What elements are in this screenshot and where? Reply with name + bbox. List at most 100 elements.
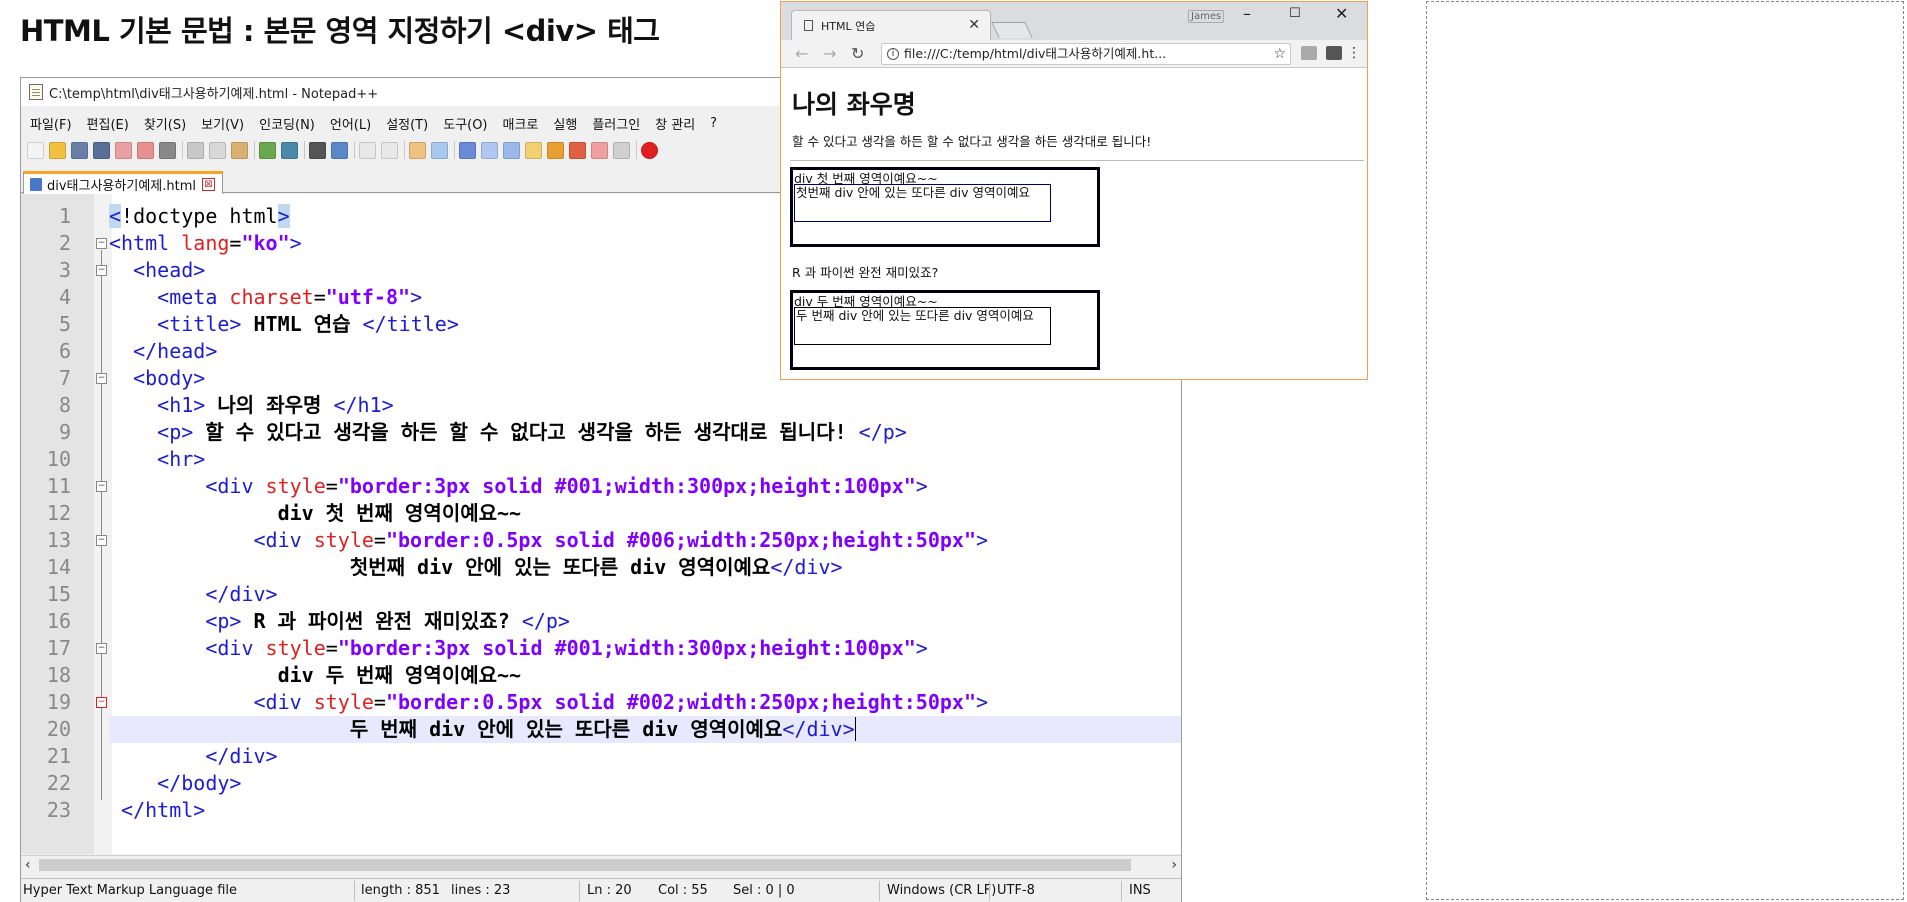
fold-minus-icon[interactable]: − — [96, 238, 107, 249]
browser-tabstrip: HTML 연습 ✕ James – ☐ ✕ — [781, 2, 1367, 40]
new-file-icon[interactable] — [27, 141, 44, 159]
close-file-icon[interactable] — [115, 141, 132, 159]
code-token: "border:0.5px solid #002;width:250px;hei… — [385, 690, 976, 714]
menu-language[interactable]: 언어(L) — [330, 114, 371, 133]
address-bar[interactable]: i file:///C:/temp/html/div태그사용하기예제.ht...… — [881, 43, 1291, 65]
back-icon[interactable]: ← — [795, 44, 808, 63]
menu-macro[interactable]: 매크로 — [503, 114, 539, 133]
monitoring-icon[interactable] — [613, 141, 630, 159]
tab-close-icon[interactable]: ✕ — [968, 17, 980, 33]
scroll-right-icon[interactable]: › — [1171, 857, 1177, 873]
code-line-22: </body> — [109, 770, 1181, 797]
reload-icon[interactable]: ↻ — [851, 44, 864, 63]
line-number: 19 — [46, 690, 71, 714]
indent-guide-icon[interactable] — [503, 141, 520, 159]
code-line-12: div 첫 번째 영역이예요~~ — [109, 500, 1181, 527]
menu-help[interactable]: ? — [710, 116, 717, 131]
menu-view[interactable]: 보기(V) — [201, 114, 244, 133]
toolbar-separator — [354, 141, 355, 159]
bookmark-star-icon[interactable]: ☆ — [1273, 44, 1286, 64]
new-tab-button[interactable] — [991, 22, 1033, 38]
line-number: 2 — [58, 231, 71, 255]
save-icon[interactable] — [71, 141, 88, 159]
zoom-in-icon[interactable] — [359, 141, 376, 159]
menu-search[interactable]: 찾기(S) — [144, 114, 186, 133]
document-map-icon[interactable] — [547, 141, 564, 159]
menu-file[interactable]: 파일(F) — [30, 114, 72, 133]
browser-tab[interactable]: HTML 연습 ✕ — [791, 10, 991, 40]
code-token: </html> — [109, 798, 206, 822]
show-all-chars-icon[interactable] — [481, 141, 498, 159]
extension-icon[interactable] — [1301, 46, 1317, 60]
menu-kebab-icon[interactable]: ⋮ — [1347, 45, 1361, 61]
zoom-out-icon[interactable] — [381, 141, 398, 159]
scroll-left-icon[interactable]: ‹ — [25, 857, 31, 873]
menu-settings[interactable]: 설정(T) — [386, 114, 428, 133]
status-encoding: UTF-8 — [997, 883, 1035, 898]
code-line-10: <hr> — [109, 446, 1181, 473]
status-lines: lines : 23 — [451, 883, 511, 898]
undo-icon[interactable] — [259, 141, 276, 159]
line-number-gutter: 1 2 3 4 5 6 7 8 9 10 11 12 13 14 15 16 1… — [21, 194, 94, 854]
line-number: 22 — [46, 771, 71, 795]
print-icon[interactable] — [159, 141, 176, 159]
open-file-icon[interactable] — [49, 141, 66, 159]
code-token: <div — [109, 528, 314, 552]
redo-icon[interactable] — [281, 141, 298, 159]
toolbar-separator — [454, 141, 455, 159]
code-token: <div — [109, 636, 266, 660]
code-token: = — [229, 231, 242, 255]
line-number: 8 — [58, 393, 71, 417]
line-number: 10 — [46, 447, 71, 471]
code-token: "utf-8" — [325, 285, 411, 309]
word-wrap-icon[interactable] — [459, 141, 476, 159]
record-macro-icon[interactable] — [641, 141, 658, 159]
horizontal-scrollbar[interactable]: ‹ › — [21, 855, 1181, 873]
code-token: < — [109, 204, 122, 228]
fold-minus-icon[interactable]: − — [96, 481, 107, 492]
code-token: </div> — [770, 555, 843, 579]
fold-minus-icon[interactable]: − — [96, 265, 107, 276]
extension-icon[interactable] — [1326, 46, 1342, 60]
line-number: 14 — [46, 555, 71, 579]
forward-icon[interactable]: → — [823, 44, 836, 63]
copy-icon[interactable] — [209, 141, 226, 159]
menu-encoding[interactable]: 인코딩(N) — [259, 114, 315, 133]
folder-workspace-icon[interactable] — [591, 141, 608, 159]
notepad-window-title: C:\temp\html\div태그사용하기예제.html - Notepad+… — [49, 86, 379, 102]
tab-close-icon[interactable]: ⊠ — [201, 177, 215, 191]
line-number: 9 — [58, 420, 71, 444]
cut-icon[interactable] — [187, 141, 204, 159]
menu-edit[interactable]: 편집(E) — [87, 114, 129, 133]
code-token: > — [975, 690, 989, 714]
status-bar: Hyper Text Markup Language file length :… — [21, 878, 1181, 902]
line-number: 20 — [46, 717, 71, 741]
close-all-icon[interactable] — [137, 141, 154, 159]
div-1-inner: 첫번째 div 안에 있는 또다른 div 영역이예요 — [794, 184, 1051, 222]
close-window-icon[interactable]: ✕ — [1335, 4, 1348, 23]
save-all-icon[interactable] — [93, 141, 110, 159]
sync-horizontal-icon[interactable] — [431, 141, 448, 159]
minimize-icon[interactable]: – — [1243, 4, 1251, 23]
menu-tools[interactable]: 도구(O) — [443, 114, 487, 133]
maximize-icon[interactable]: ☐ — [1289, 6, 1301, 21]
fold-minus-icon[interactable]: − — [96, 697, 107, 708]
find-icon[interactable] — [309, 141, 326, 159]
file-tab[interactable]: div태그사용하기예제.html ⊠ — [23, 171, 223, 194]
info-icon[interactable]: i — [887, 48, 899, 60]
menu-window[interactable]: 창 관리 — [655, 114, 695, 133]
menu-plugins[interactable]: 플러그인 — [592, 114, 640, 133]
menu-run[interactable]: 실행 — [553, 114, 577, 133]
fold-minus-icon[interactable]: − — [96, 373, 107, 384]
sync-vertical-icon[interactable] — [409, 141, 426, 159]
code-token: = — [313, 285, 326, 309]
define-language-icon[interactable] — [525, 141, 542, 159]
fold-minus-icon[interactable]: − — [96, 643, 107, 654]
profile-badge[interactable]: James — [1188, 10, 1225, 23]
fold-minus-icon[interactable]: − — [96, 535, 107, 546]
scrollbar-thumb[interactable] — [39, 859, 1131, 871]
code-token: ! — [121, 204, 134, 228]
function-list-icon[interactable] — [569, 141, 586, 159]
replace-icon[interactable] — [331, 141, 348, 159]
paste-icon[interactable] — [231, 141, 248, 159]
